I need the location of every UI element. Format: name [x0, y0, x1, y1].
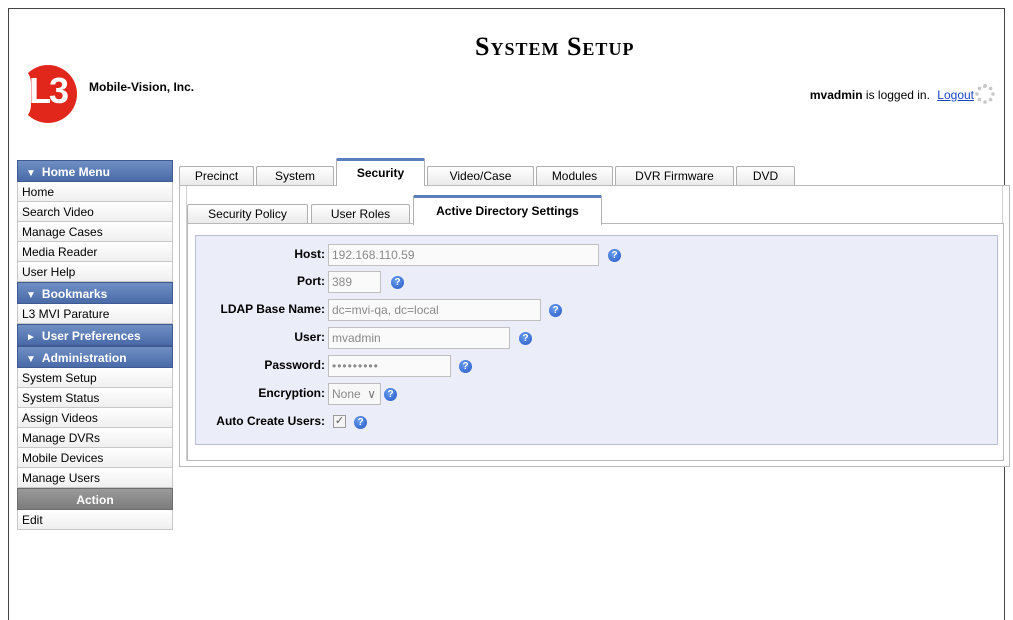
- tab-security[interactable]: Security: [336, 158, 425, 186]
- sidebar-item-home[interactable]: Home: [17, 182, 173, 202]
- sidebar-item-manage-dvrs[interactable]: Manage DVRs: [17, 428, 173, 448]
- l3-logo: L3: [13, 65, 77, 123]
- logged-in-username: mvadmin: [809, 88, 863, 102]
- subtab-bar: Security Policy User Roles Active Direct…: [187, 186, 1004, 225]
- sidebar: ▼ Home Menu Home Search Video Manage Case…: [17, 160, 173, 530]
- tab-precinct[interactable]: Precinct: [179, 166, 254, 186]
- encryption-label: Encryption:: [258, 386, 325, 400]
- sidebar-item-manage-cases[interactable]: Manage Cases: [17, 222, 173, 242]
- main-content: Precinct System Security Video/Case Modu…: [179, 158, 1010, 468]
- sidebar-item-media-reader[interactable]: Media Reader: [17, 242, 173, 262]
- user-field[interactable]: mvadmin: [328, 327, 510, 349]
- ldap-base-name-label: LDAP Base Name:: [220, 302, 325, 316]
- help-icon[interactable]: ?: [391, 276, 404, 289]
- user-label: User:: [294, 330, 325, 344]
- host-row: Host: 192.168.110.59 ?: [196, 244, 996, 266]
- password-field[interactable]: •••••••••: [328, 355, 451, 377]
- help-icon[interactable]: ?: [354, 416, 367, 429]
- tab-system[interactable]: System: [256, 166, 334, 186]
- home-menu-header[interactable]: ▼ Home Menu: [17, 160, 173, 182]
- help-icon[interactable]: ?: [519, 332, 532, 345]
- expand-arrow-icon: ►: [26, 332, 36, 343]
- active-directory-panel: Host: 192.168.110.59 ? Port: 389 ? LDAP …: [187, 223, 1004, 461]
- help-icon[interactable]: ?: [608, 249, 621, 262]
- company-name: Mobile-Vision, Inc.: [89, 80, 195, 94]
- user-row: User: mvadmin ?: [196, 327, 996, 349]
- auto-create-users-checkbox[interactable]: ✓: [333, 415, 346, 428]
- tab-modules[interactable]: Modules: [536, 166, 613, 186]
- sidebar-item-search-video[interactable]: Search Video: [17, 202, 173, 222]
- tab-video-case[interactable]: Video/Case: [427, 166, 534, 186]
- sidebar-item-l3-mvi-parature[interactable]: L3 MVI Parature: [17, 304, 173, 324]
- help-icon[interactable]: ?: [384, 388, 397, 401]
- tab-bar: Precinct System Security Video/Case Modu…: [179, 158, 1010, 186]
- ldap-base-name-row: LDAP Base Name: dc=mvi-qa, dc=local ?: [196, 299, 996, 321]
- login-status: mvadmin is logged in. Logout: [810, 88, 974, 102]
- encryption-row: Encryption: None ∨ ?: [196, 383, 996, 405]
- ldap-base-name-field[interactable]: dc=mvi-qa, dc=local: [328, 299, 541, 321]
- active-directory-form: Host: 192.168.110.59 ? Port: 389 ? LDAP …: [195, 235, 998, 445]
- subtab-security-policy[interactable]: Security Policy: [187, 204, 308, 224]
- user-preferences-header[interactable]: ► User Preferences: [17, 324, 173, 346]
- sidebar-item-user-help[interactable]: User Help: [17, 262, 173, 282]
- administration-header[interactable]: ▼ Administration: [17, 346, 173, 368]
- help-icon[interactable]: ?: [459, 360, 472, 373]
- host-field[interactable]: 192.168.110.59: [328, 244, 599, 266]
- logout-link[interactable]: Logout: [937, 88, 974, 102]
- bookmarks-header[interactable]: ▼ Bookmarks: [17, 282, 173, 304]
- sidebar-item-system-status[interactable]: System Status: [17, 388, 173, 408]
- help-icon[interactable]: ?: [549, 304, 562, 317]
- sidebar-item-assign-videos[interactable]: Assign Videos: [17, 408, 173, 428]
- chevron-down-icon: ∨: [367, 387, 376, 401]
- logged-in-text: is logged in.: [862, 88, 930, 102]
- subtab-user-roles[interactable]: User Roles: [311, 204, 410, 224]
- auto-create-users-row: Auto Create Users: ✓ ?: [196, 411, 996, 433]
- password-row: Password: ••••••••• ?: [196, 355, 996, 377]
- loading-spinner-icon: [975, 84, 995, 104]
- security-panel: Security Policy User Roles Active Direct…: [179, 185, 1010, 467]
- encryption-select[interactable]: None ∨: [328, 383, 381, 405]
- action-header: Action: [17, 488, 173, 510]
- logo-text: L3: [29, 70, 69, 111]
- sidebar-item-mobile-devices[interactable]: Mobile Devices: [17, 448, 173, 468]
- app-frame: L3 Mobile-Vision, Inc. System Setup mvad…: [8, 8, 1010, 620]
- password-label: Password:: [264, 358, 325, 372]
- sidebar-item-system-setup[interactable]: System Setup: [17, 368, 173, 388]
- page-title: System Setup: [475, 32, 635, 61]
- tab-dvr-firmware[interactable]: DVR Firmware: [615, 166, 734, 186]
- encryption-selected-value: None: [332, 387, 361, 401]
- host-label: Host:: [294, 247, 325, 261]
- sidebar-item-edit[interactable]: Edit: [17, 510, 173, 530]
- sidebar-item-manage-users[interactable]: Manage Users: [17, 468, 173, 488]
- auto-create-users-label: Auto Create Users:: [216, 414, 325, 428]
- port-field[interactable]: 389: [328, 271, 381, 293]
- tab-dvd[interactable]: DVD: [736, 166, 795, 186]
- port-label: Port:: [297, 274, 325, 288]
- port-row: Port: 389 ?: [196, 271, 996, 293]
- subtab-active-directory-settings[interactable]: Active Directory Settings: [413, 195, 602, 225]
